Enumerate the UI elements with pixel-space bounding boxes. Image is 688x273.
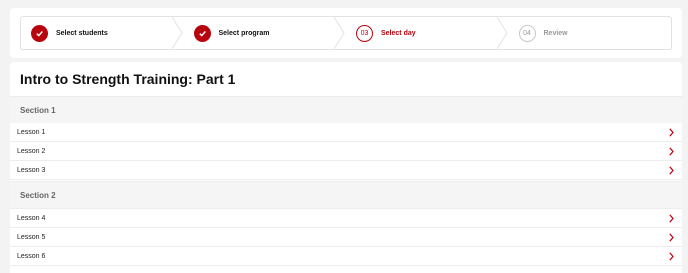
step-label: Select students	[56, 29, 108, 37]
step-number: 04	[518, 24, 536, 42]
lesson-row[interactable]: Lesson 2	[10, 142, 682, 161]
stepper: Select students Select program 03 Select…	[20, 16, 672, 50]
lesson-label: Lesson 3	[17, 166, 46, 174]
chevron-right-icon	[669, 166, 674, 175]
section-header: Section 1	[10, 96, 682, 124]
step-label: Select program	[218, 29, 270, 37]
chevron-right-icon	[669, 128, 674, 137]
lesson-label: Lesson 4	[17, 214, 46, 222]
lesson-row[interactable]: Lesson 5	[10, 228, 682, 247]
lesson-row[interactable]: Lesson 4	[10, 209, 682, 228]
chevron-right-icon	[669, 147, 674, 156]
step-label: Review	[543, 29, 568, 37]
lesson-label: Lesson 2	[17, 147, 46, 155]
lesson-label: Lesson 1	[17, 128, 46, 136]
step-select-program[interactable]: Select program	[184, 17, 347, 49]
lesson-row[interactable]: Lesson 1	[10, 123, 682, 142]
lesson-row[interactable]: Lesson 6	[10, 247, 682, 266]
lesson-row[interactable]: Lesson 3	[10, 161, 682, 180]
step-label: Select day	[381, 29, 416, 37]
stepper-card: Select students Select program 03 Select…	[10, 8, 682, 58]
checkmark-icon	[193, 24, 211, 42]
chevron-right-icon	[669, 252, 674, 261]
checkmark-icon	[31, 24, 48, 42]
step-number: 03	[356, 24, 373, 42]
step-review[interactable]: 04 Review	[509, 17, 672, 49]
section-header: Section 2	[10, 181, 682, 209]
page-title: Intro to Strength Training: Part 1	[20, 71, 236, 87]
lesson-label: Lesson 6	[17, 252, 46, 260]
lesson-label: Lesson 5	[17, 233, 46, 241]
program-card: Intro to Strength Training: Part 1 Secti…	[10, 62, 682, 273]
chevron-right-icon	[669, 233, 674, 242]
step-select-day[interactable]: 03 Select day	[346, 17, 509, 49]
chevron-right-icon	[669, 214, 674, 223]
step-select-students[interactable]: Select students	[21, 17, 184, 49]
